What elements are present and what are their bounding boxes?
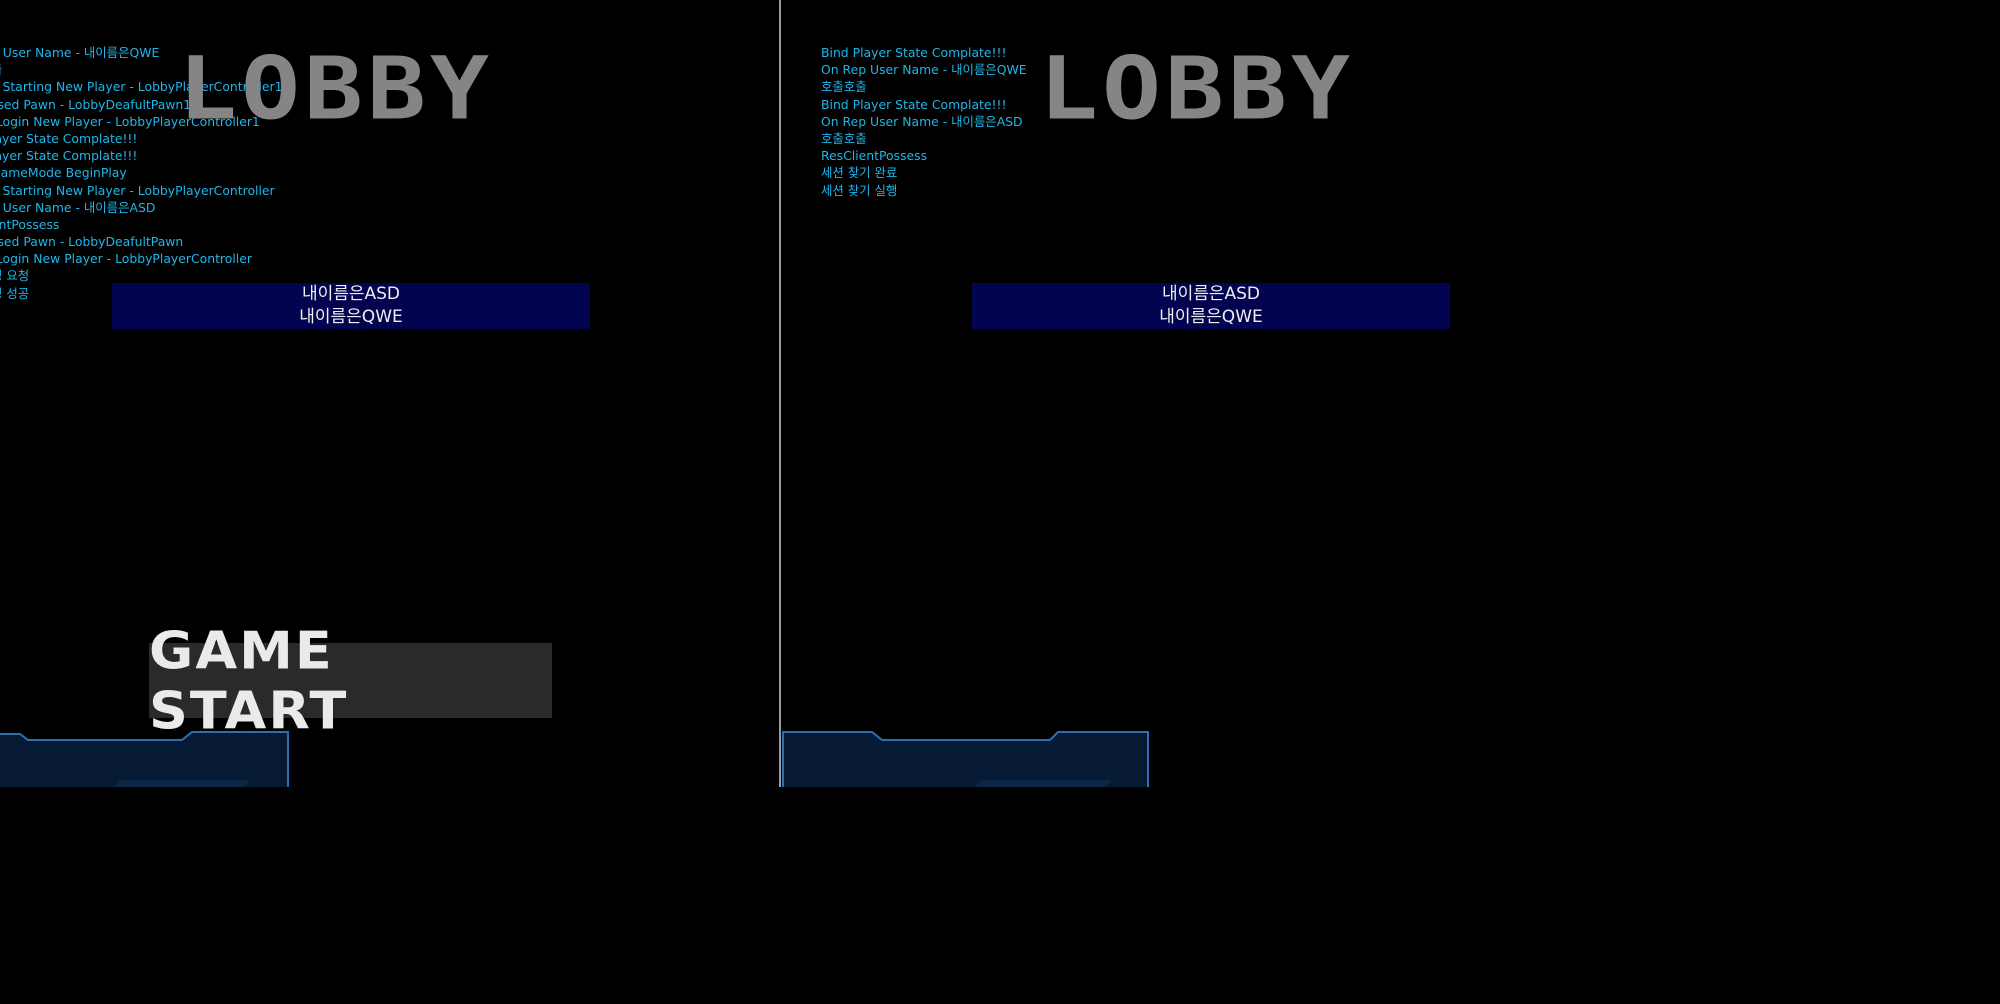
log-line: ssed Pawn - LobbyDeafultPawn — [0, 234, 184, 250]
log-line: 세션 찾기 실행 — [821, 182, 898, 198]
lobby-logo: LOBBY — [1039, 39, 1355, 140]
player-name: 내이름은QWE — [1159, 307, 1263, 327]
player-list-panel: 내이름은ASD 내이름은QWE — [972, 283, 1450, 329]
bottom-hud-frame — [782, 731, 1149, 787]
log-line: Bind Player State Complate!!! — [821, 96, 1007, 112]
player-name: 내이름은QWE — [299, 307, 403, 327]
log-line: 호출호출 — [821, 79, 867, 95]
log-line: GameMode BeginPlay — [0, 165, 127, 181]
left-client-view: p User Name - 내이름은QWE 출 e Starting New P… — [0, 0, 779, 787]
log-line: On Rep User Name - 내이름은QWE — [821, 62, 1027, 78]
player-name: 내이름은ASD — [1161, 284, 1261, 304]
bottom-hud-frame — [0, 731, 289, 787]
log-line: tLogin New Player - LobbyPlayerControlle… — [0, 251, 252, 267]
log-line: entPossess — [0, 216, 60, 232]
log-line: ResClientPossess — [821, 148, 928, 164]
player-list-panel: 내이름은ASD 내이름은QWE — [112, 283, 590, 329]
game-start-button[interactable]: GAME START — [149, 621, 552, 740]
log-line: layer State Complate!!! — [0, 148, 138, 164]
split-screen-divider — [779, 0, 781, 787]
log-line: 호출호출 — [821, 130, 867, 146]
log-line: p User Name - 내이름은ASD — [0, 199, 156, 215]
log-line: 세션 찾기 완료 — [821, 165, 898, 181]
debug-log: Bind Player State Complate!!! On Rep Use… — [821, 44, 1027, 199]
game-start-label: GAME START — [149, 620, 349, 741]
log-line: e Starting New Player - LobbyPlayerContr… — [0, 182, 275, 198]
lobby-logo: LOBBY — [178, 39, 494, 140]
player-name: 내이름은ASD — [301, 284, 401, 304]
log-line: Bind Player State Complate!!! — [821, 45, 1007, 60]
log-line: On Rep User Name - 내이름은ASD — [821, 113, 1023, 129]
right-client-view: Bind Player State Complate!!! On Rep Use… — [782, 0, 1568, 787]
